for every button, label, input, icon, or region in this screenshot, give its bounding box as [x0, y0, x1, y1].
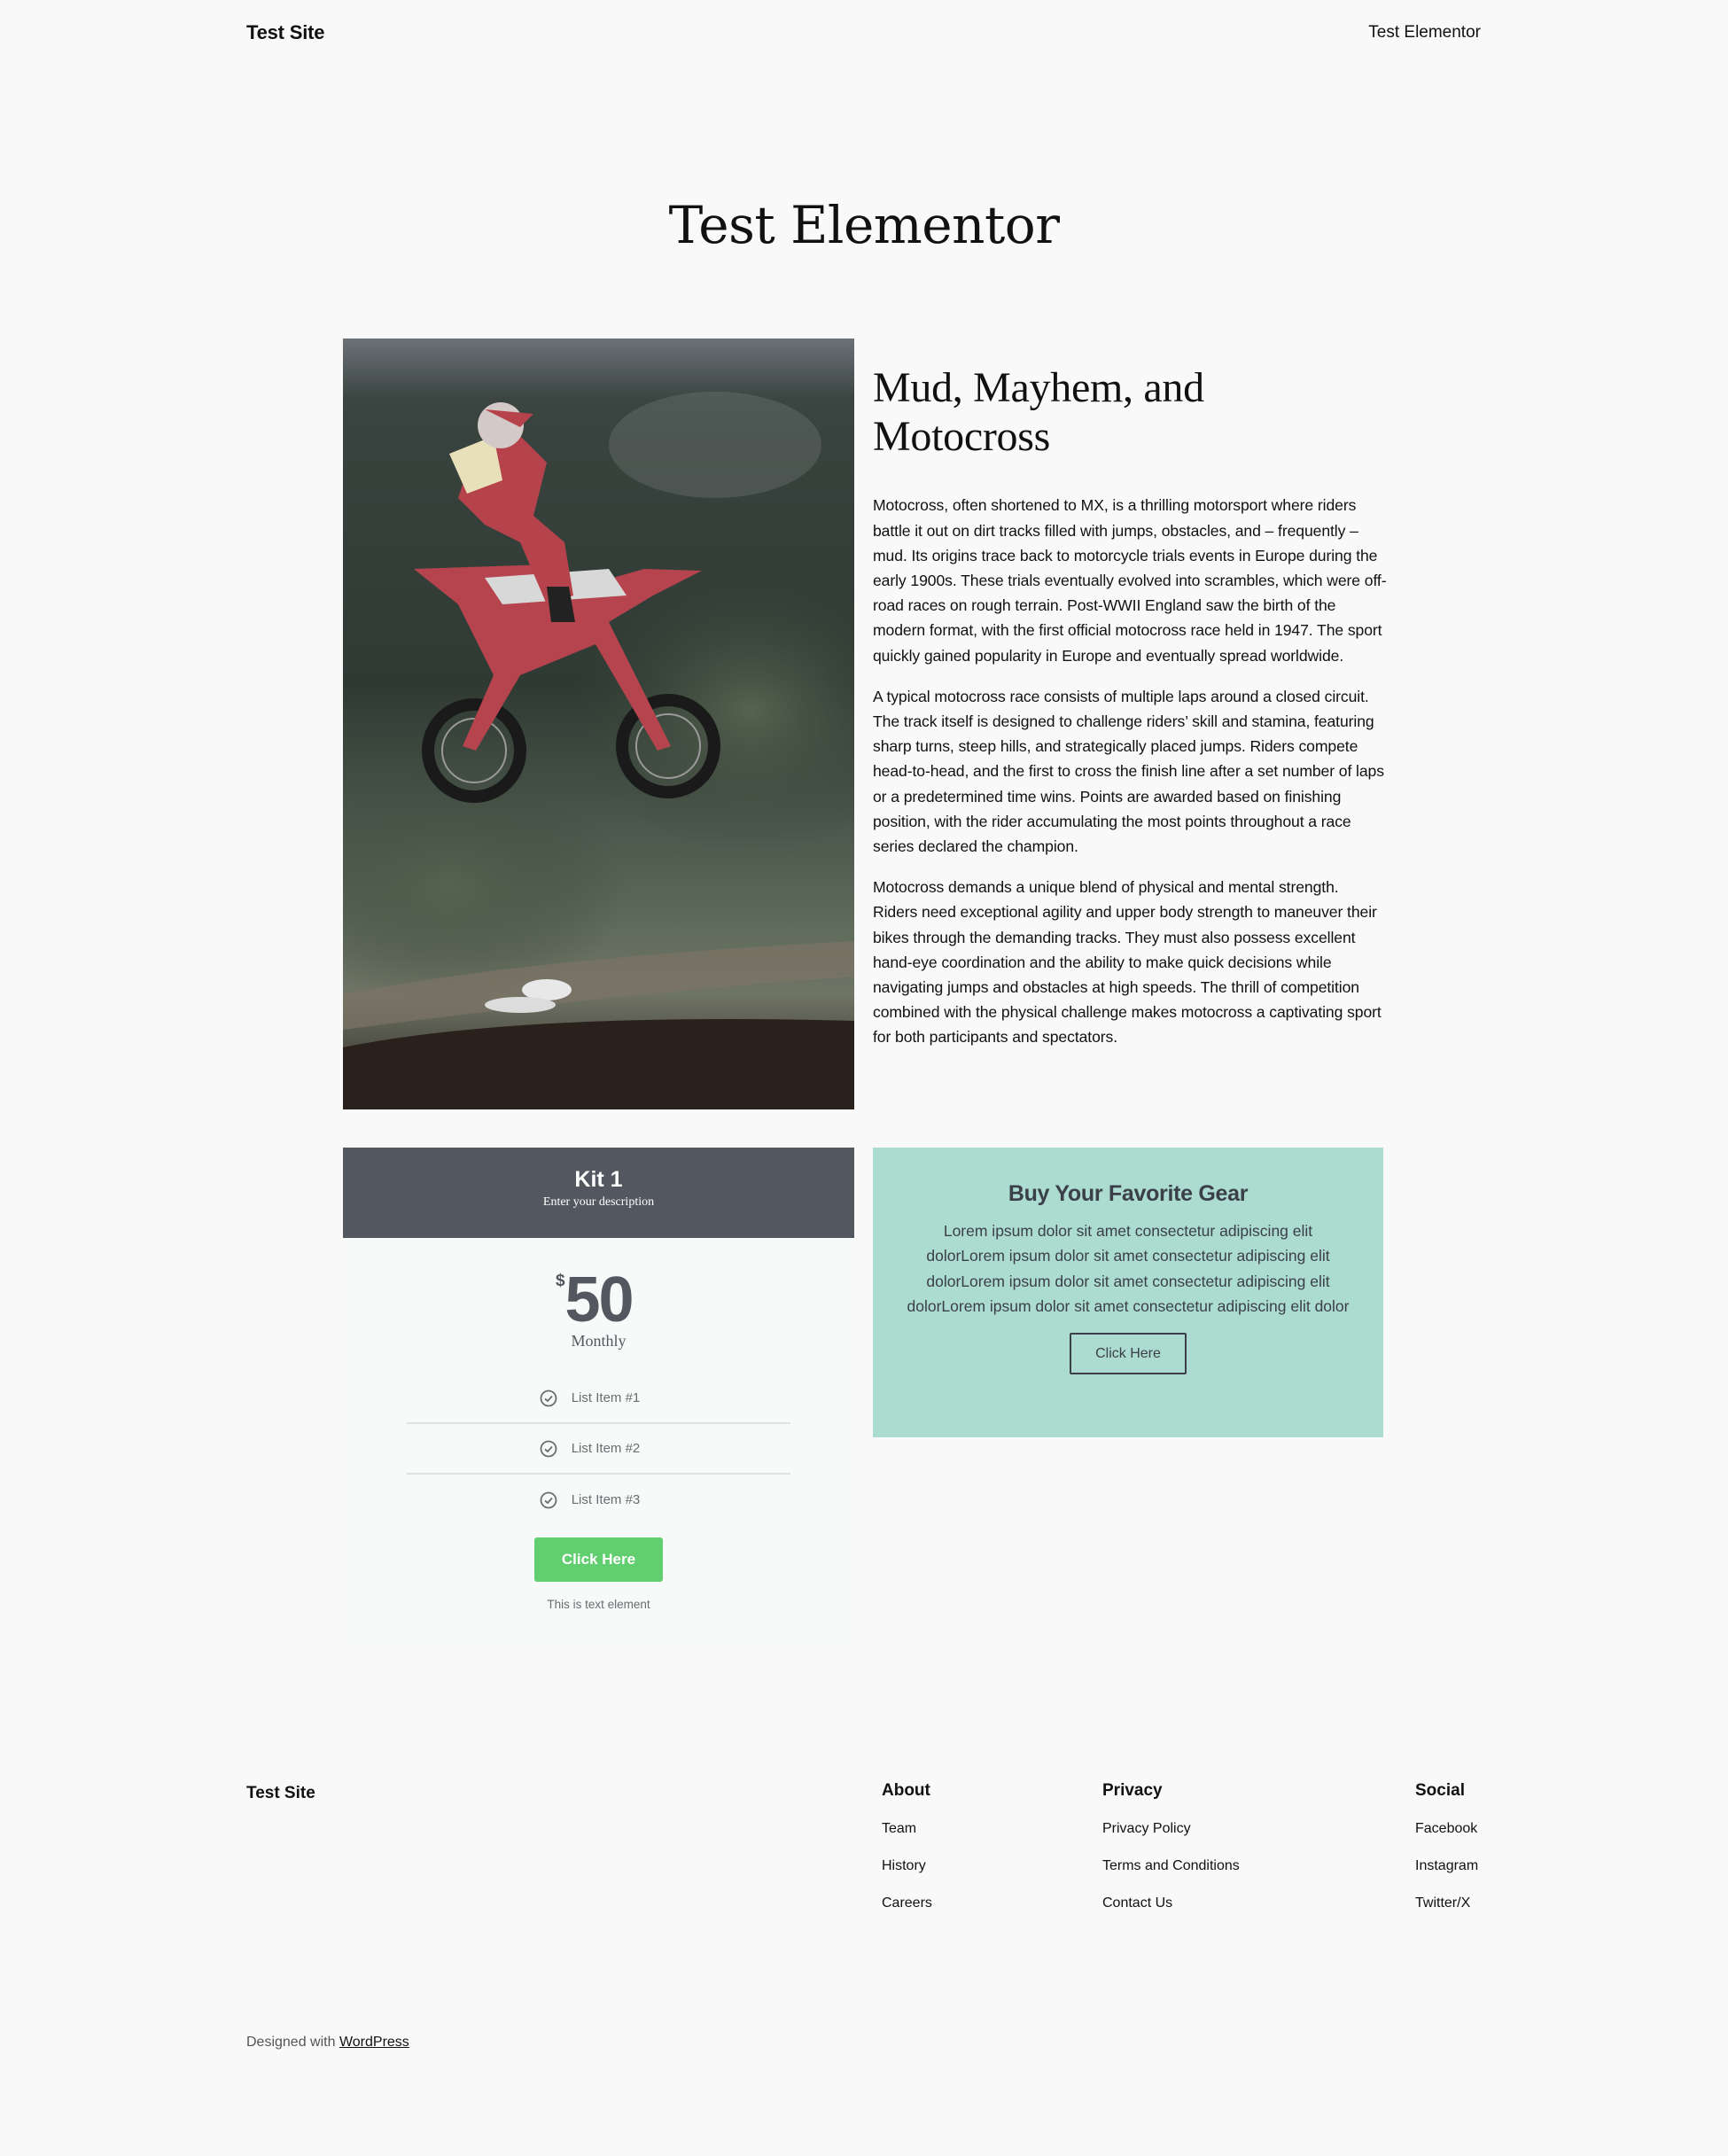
footer-link-team[interactable]: Team: [882, 1820, 932, 1838]
cta-body: Lorem ipsum dolor sit amet consectetur a…: [907, 1222, 1350, 1315]
feature-list: List Item #1 List Item #2 List Item #3: [407, 1374, 790, 1525]
article-paragraph: A typical motocross race consists of mul…: [873, 687, 1384, 856]
pricing-price: $ 50: [343, 1268, 854, 1334]
pricing-header: Kit 1 Enter your description: [343, 1148, 854, 1238]
credits-prefix: Designed with: [246, 2035, 339, 2050]
motocross-photo: [343, 339, 854, 1109]
pricing-footnote: This is text element: [547, 1598, 650, 1611]
nav-link-test-elementor[interactable]: Test Elementor: [1368, 23, 1481, 43]
feature-item: List Item #1: [407, 1374, 790, 1424]
cta-button[interactable]: Click Here: [1070, 1333, 1187, 1375]
feature-item: List Item #3: [407, 1475, 790, 1525]
page-title: Test Elementor: [668, 195, 1060, 255]
footer-column-social: Social Facebook Instagram Twitter/X: [1415, 1781, 1478, 1932]
footer-link-privacy-policy[interactable]: Privacy Policy: [1102, 1820, 1240, 1838]
footer-link-careers[interactable]: Careers: [882, 1895, 932, 1912]
pricing-title: Kit 1: [574, 1167, 623, 1192]
footer-heading: Privacy: [1102, 1781, 1163, 1800]
cta-box: Buy Your Favorite Gear Lorem ipsum dolor…: [873, 1148, 1383, 1437]
footer-column-about: About Team History Careers: [882, 1781, 932, 1932]
site-title[interactable]: Test Site: [246, 21, 324, 44]
feature-label: List Item #3: [571, 1492, 641, 1507]
hero-image: [343, 339, 854, 1109]
article: Mud, Mayhem, and Motocross Motocross, of…: [873, 363, 1387, 1066]
footer-site-title[interactable]: Test Site: [246, 1784, 315, 1803]
article-paragraph: Motocross, often shortened to MX, is a t…: [873, 496, 1387, 665]
pricing-cta-button[interactable]: Click Here: [534, 1537, 663, 1582]
wordpress-link[interactable]: WordPress: [339, 2035, 409, 2050]
footer-link-twitter[interactable]: Twitter/X: [1415, 1895, 1478, 1912]
pricing-table: Kit 1 Enter your description $ 50 Monthl…: [343, 1148, 854, 1644]
footer-column-privacy: Privacy Privacy Policy Terms and Conditi…: [1102, 1781, 1240, 1932]
footer-link-history[interactable]: History: [882, 1857, 932, 1875]
check-circle-icon: [540, 1440, 557, 1457]
price-currency: $: [556, 1272, 565, 1290]
footer-link-contact[interactable]: Contact Us: [1102, 1895, 1240, 1912]
article-heading: Mud, Mayhem, and Motocross: [873, 364, 1204, 461]
feature-label: List Item #1: [571, 1390, 641, 1405]
footer-credits: Designed with WordPress: [246, 2035, 409, 2051]
pricing-description: Enter your description: [542, 1195, 655, 1209]
check-circle-icon: [540, 1491, 557, 1508]
footer-heading: About: [882, 1781, 930, 1800]
cta-heading: Buy Your Favorite Gear: [1008, 1181, 1249, 1206]
footer-heading: Social: [1415, 1781, 1465, 1800]
feature-label: List Item #2: [571, 1441, 641, 1456]
price-amount: 50: [564, 1265, 634, 1335]
article-paragraph: Motocross demands a unique blend of phys…: [873, 878, 1382, 1047]
footer-link-facebook[interactable]: Facebook: [1415, 1820, 1478, 1838]
footer-link-instagram[interactable]: Instagram: [1415, 1857, 1478, 1875]
check-circle-icon: [540, 1389, 557, 1406]
footer-link-terms[interactable]: Terms and Conditions: [1102, 1857, 1240, 1875]
feature-item: List Item #2: [407, 1424, 790, 1475]
